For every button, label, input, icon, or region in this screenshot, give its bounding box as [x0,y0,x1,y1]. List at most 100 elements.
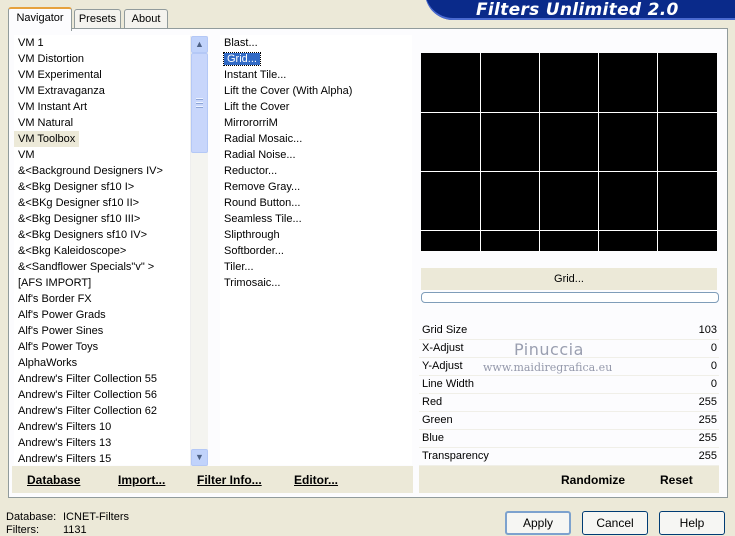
scroll-thumb[interactable] [191,53,208,153]
category-item[interactable]: VM [14,147,190,163]
filter-item[interactable]: Remove Gray... [220,179,412,195]
category-item[interactable]: Alf's Border FX [14,291,190,307]
grid-line [421,171,717,172]
watermark-name: Pinuccia [514,340,584,359]
category-item[interactable]: &<Bkg Designer sf10 III> [14,211,190,227]
category-item[interactable]: VM 1 [14,35,190,51]
category-item[interactable]: &<Background Designers IV> [14,163,190,179]
filter-info-button[interactable]: Filter Info... [197,473,262,487]
param-row[interactable]: Transparency 255 [419,448,719,466]
grid-line [421,230,717,231]
filter-item[interactable]: Lift the Cover (With Alpha) [220,83,412,99]
category-item[interactable]: VM Experimental [14,67,190,83]
database-label: Database: [6,511,57,523]
filter-item-label: Radial Mosaic... [224,133,303,145]
apply-button[interactable]: Apply [505,511,571,535]
param-label: X-Adjust [422,342,464,354]
category-item[interactable]: Andrew's Filters 13 [14,435,190,451]
filter-item[interactable]: Seamless Tile... [220,211,412,227]
param-row[interactable]: Grid Size 103 [419,322,719,340]
category-item[interactable]: Alf's Power Grads [14,307,190,323]
category-item[interactable]: Alf's Power Sines [14,323,190,339]
filter-item[interactable]: Lift the Cover [220,99,412,115]
category-item[interactable]: VM Natural [14,115,190,131]
filter-item-label: MirrororriM [224,117,278,129]
param-row[interactable]: Blue 255 [419,430,719,448]
param-value[interactable]: 255 [699,414,717,426]
param-value[interactable]: 255 [699,432,717,444]
grid-line [421,112,717,113]
filter-item[interactable]: Radial Mosaic... [220,131,412,147]
filter-preview [421,53,717,251]
filter-item-label: Blast... [224,37,258,49]
category-item[interactable]: Andrew's Filter Collection 55 [14,371,190,387]
tab-navigator[interactable]: Navigator [8,7,72,31]
param-label: Blue [422,432,445,444]
filter-item-label: Softborder... [224,245,284,257]
grip-line [196,106,203,108]
param-label: Line Width [422,378,474,390]
scroll-down-icon[interactable]: ▼ [191,449,208,466]
filter-item[interactable]: Reductor... [220,163,412,179]
category-item[interactable]: &<Bkg Designers sf10 IV> [14,227,190,243]
category-item[interactable]: &<BKg Designer sf10 II> [14,195,190,211]
param-label: Transparency [422,450,489,462]
filter-item-label: Trimosaic... [224,277,281,289]
category-scrollbar[interactable]: ▲ ▼ [190,36,208,466]
cancel-button[interactable]: Cancel [582,511,648,535]
scroll-up-icon[interactable]: ▲ [191,36,208,53]
help-button[interactable]: Help [659,511,725,535]
tab-presets[interactable]: Presets [74,9,121,29]
filter-item[interactable]: Trimosaic... [220,275,412,291]
tab-about[interactable]: About [124,9,168,29]
category-item[interactable]: [AFS IMPORT] [14,275,190,291]
category-item[interactable]: VM Toolbox [14,131,80,147]
param-row[interactable]: Red 255 [419,394,719,412]
param-label: Grid Size [422,324,468,336]
param-value[interactable]: 0 [711,342,717,354]
filter-item-label: Tiler... [224,261,254,273]
progress-bar [421,292,719,303]
category-item[interactable]: VM Extravaganza [14,83,190,99]
filter-item[interactable]: Softborder... [220,243,412,259]
filter-item-label: Instant Tile... [224,69,287,81]
param-value[interactable]: 0 [711,378,717,390]
filter-item[interactable]: Round Button... [220,195,412,211]
filter-list[interactable]: Blast... Grid... Instant Tile... Lift the C… [220,35,412,465]
database-value: ICNET-Filters [63,511,129,523]
param-row[interactable]: Green 255 [419,412,719,430]
filter-item[interactable]: MirrororriM [220,115,412,131]
param-row[interactable]: Line Width 0 [419,376,719,394]
import-button[interactable]: Import... [118,473,165,487]
filter-item[interactable]: Instant Tile... [220,67,412,83]
param-value[interactable]: 255 [699,450,717,462]
category-item[interactable]: VM Distortion [14,51,190,67]
category-list[interactable]: VM 1 VM Distortion VM Experimental VM Extra… [14,35,190,465]
param-value[interactable]: 103 [699,324,717,336]
category-item[interactable]: Alf's Power Toys [14,339,190,355]
filter-item[interactable]: Blast... [220,35,412,51]
category-item[interactable]: Andrew's Filters 15 [14,451,190,465]
filter-item[interactable]: Slipthrough [220,227,412,243]
category-item[interactable]: &<Bkg Designer sf10 I> [14,179,190,195]
category-item[interactable]: Andrew's Filters 10 [14,419,190,435]
filter-item-label: Grid... [223,52,261,66]
category-item[interactable]: Andrew's Filter Collection 56 [14,387,190,403]
category-item[interactable]: VM Instant Art [14,99,190,115]
param-value[interactable]: 0 [711,360,717,372]
filter-item[interactable]: Tiler... [220,259,412,275]
filter-item[interactable]: Grid... [220,51,412,67]
param-value[interactable]: 255 [699,396,717,408]
randomize-button[interactable]: Randomize [561,473,625,487]
watermark-url: www.maidiregrafica.eu [483,361,613,374]
filter-item-label: Seamless Tile... [224,213,302,225]
reset-button[interactable]: Reset [660,473,693,487]
category-item[interactable]: AlphaWorks [14,355,190,371]
filter-item[interactable]: Radial Noise... [220,147,412,163]
category-item[interactable]: Andrew's Filter Collection 62 [14,403,190,419]
category-item[interactable]: &<Bkg Kaleidoscope> [14,243,190,259]
editor-button[interactable]: Editor... [294,473,338,487]
param-label: Red [422,396,443,408]
database-button[interactable]: Database [27,473,80,487]
category-item[interactable]: &<Sandflower Specials"v" > [14,259,190,275]
